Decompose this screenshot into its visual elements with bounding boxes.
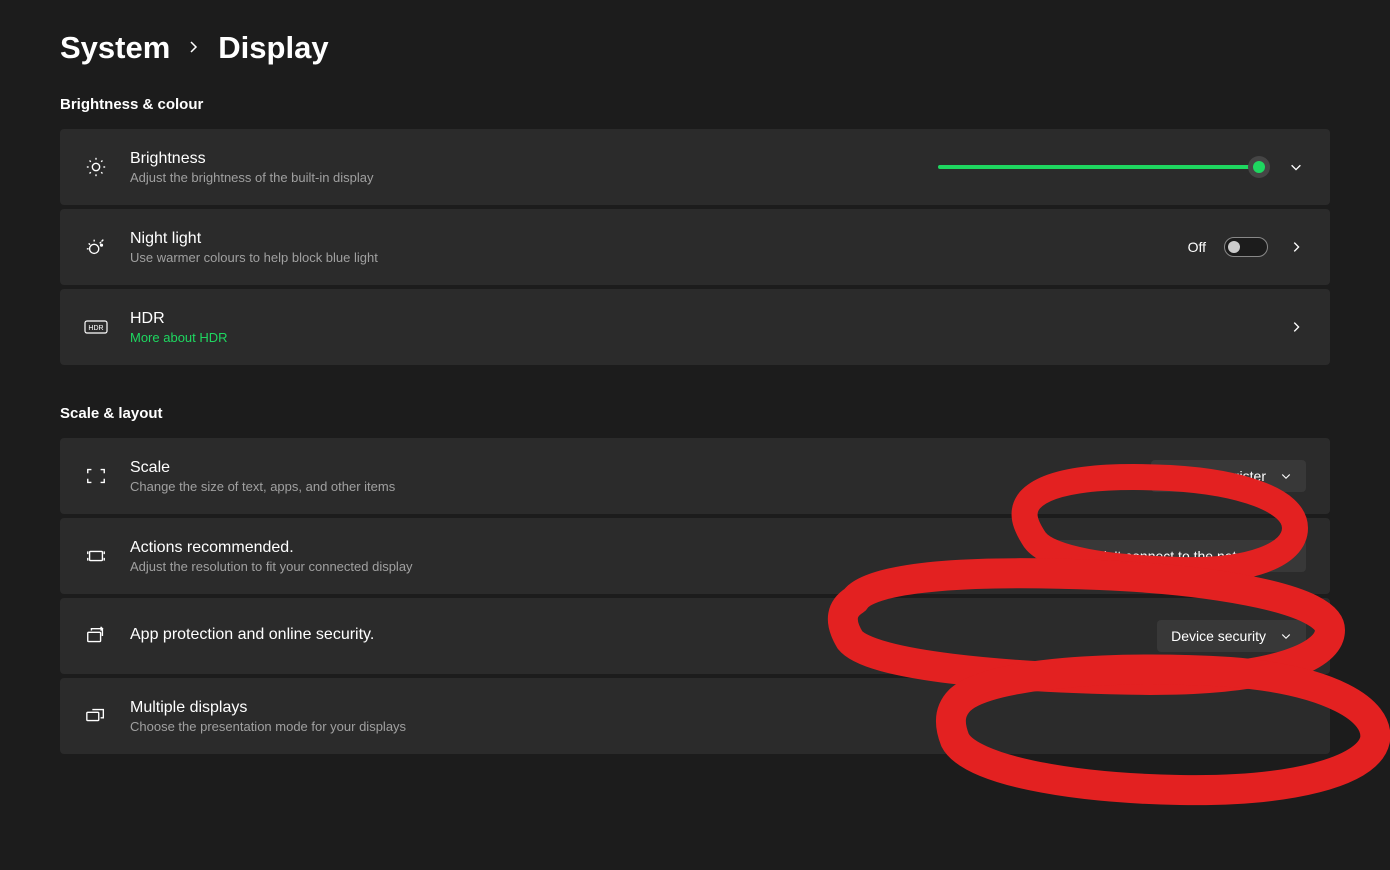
multiple-displays-subtitle: Choose the presentation mode for your di…: [130, 719, 1306, 734]
breadcrumb-current-display: Display: [218, 30, 328, 66]
chevron-right-icon: [186, 34, 202, 62]
hdr-controls: [1286, 317, 1306, 337]
hdr-content: HDR More about HDR: [130, 310, 1264, 345]
resolution-icon: [84, 544, 108, 568]
night-light-card[interactable]: Night light Use warmer colours to help b…: [60, 209, 1330, 285]
brightness-title: Brightness: [130, 150, 916, 168]
night-light-toggle[interactable]: [1224, 237, 1268, 257]
brightness-card: Brightness Adjust the brightness of the …: [60, 129, 1330, 205]
section-header-brightness: Brightness & colour: [60, 96, 1330, 113]
chevron-right-icon[interactable]: [1286, 237, 1306, 257]
resolution-dropdown-label: We couldn't connect to the network: [1049, 548, 1266, 564]
brightness-card-content: Brightness Adjust the brightness of the …: [130, 150, 916, 185]
breadcrumb: System Display: [60, 30, 1330, 66]
resolution-controls: We couldn't connect to the network: [1035, 540, 1306, 572]
multiple-displays-title: Multiple displays: [130, 699, 1306, 717]
night-light-content: Night light Use warmer colours to help b…: [130, 230, 1166, 265]
multiple-displays-icon: [84, 704, 108, 728]
slider-thumb[interactable]: [1248, 156, 1270, 178]
breadcrumb-parent-system[interactable]: System: [60, 30, 170, 66]
brightness-subtitle: Adjust the brightness of the built-in di…: [130, 170, 916, 185]
multiple-displays-content: Multiple displays Choose the presentatio…: [130, 699, 1306, 734]
security-content: App protection and online security.: [130, 626, 1135, 646]
sun-icon: [84, 155, 108, 179]
chevron-down-icon: [1280, 630, 1292, 642]
night-light-icon: [84, 235, 108, 259]
brightness-controls: [938, 157, 1306, 177]
security-card[interactable]: App protection and online security. Devi…: [60, 598, 1330, 674]
scale-content: Scale Change the size of text, apps, and…: [130, 459, 1129, 494]
hdr-card[interactable]: HDR HDR More about HDR: [60, 289, 1330, 365]
hdr-icon: HDR: [84, 315, 108, 339]
scale-title: Scale: [130, 459, 1129, 477]
night-light-title: Night light: [130, 230, 1166, 248]
brightness-slider[interactable]: [938, 157, 1268, 177]
security-title: App protection and online security.: [130, 626, 1135, 644]
resolution-subtitle: Adjust the resolution to fit your connec…: [130, 559, 1013, 574]
chevron-down-icon: [1280, 550, 1292, 562]
hdr-title: HDR: [130, 310, 1264, 328]
security-dropdown-label: Device security: [1171, 628, 1266, 644]
night-light-controls: Off: [1188, 237, 1306, 257]
section-header-scale: Scale & layout: [60, 405, 1330, 422]
night-light-toggle-label: Off: [1188, 239, 1206, 255]
scale-dropdown-label: Couldn't register: [1165, 468, 1267, 484]
scale-card[interactable]: Scale Change the size of text, apps, and…: [60, 438, 1330, 514]
scale-icon: [84, 464, 108, 488]
chevron-down-icon: [1280, 470, 1292, 482]
hdr-link[interactable]: More about HDR: [130, 330, 1264, 345]
expand-chevron-icon[interactable]: [1286, 157, 1306, 177]
scale-subtitle: Change the size of text, apps, and other…: [130, 479, 1129, 494]
svg-text:HDR: HDR: [88, 325, 103, 332]
resolution-title: Actions recommended.: [130, 539, 1013, 557]
resolution-dropdown[interactable]: We couldn't connect to the network: [1035, 540, 1306, 572]
scale-controls: Couldn't register: [1151, 460, 1307, 492]
night-light-subtitle: Use warmer colours to help block blue li…: [130, 250, 1166, 265]
security-controls: Device security: [1157, 620, 1306, 652]
resolution-card[interactable]: Actions recommended. Adjust the resoluti…: [60, 518, 1330, 594]
security-dropdown[interactable]: Device security: [1157, 620, 1306, 652]
orientation-icon: [84, 624, 108, 648]
scale-dropdown[interactable]: Couldn't register: [1151, 460, 1307, 492]
chevron-right-icon[interactable]: [1286, 317, 1306, 337]
resolution-content: Actions recommended. Adjust the resoluti…: [130, 539, 1013, 574]
multiple-displays-card[interactable]: Multiple displays Choose the presentatio…: [60, 678, 1330, 754]
